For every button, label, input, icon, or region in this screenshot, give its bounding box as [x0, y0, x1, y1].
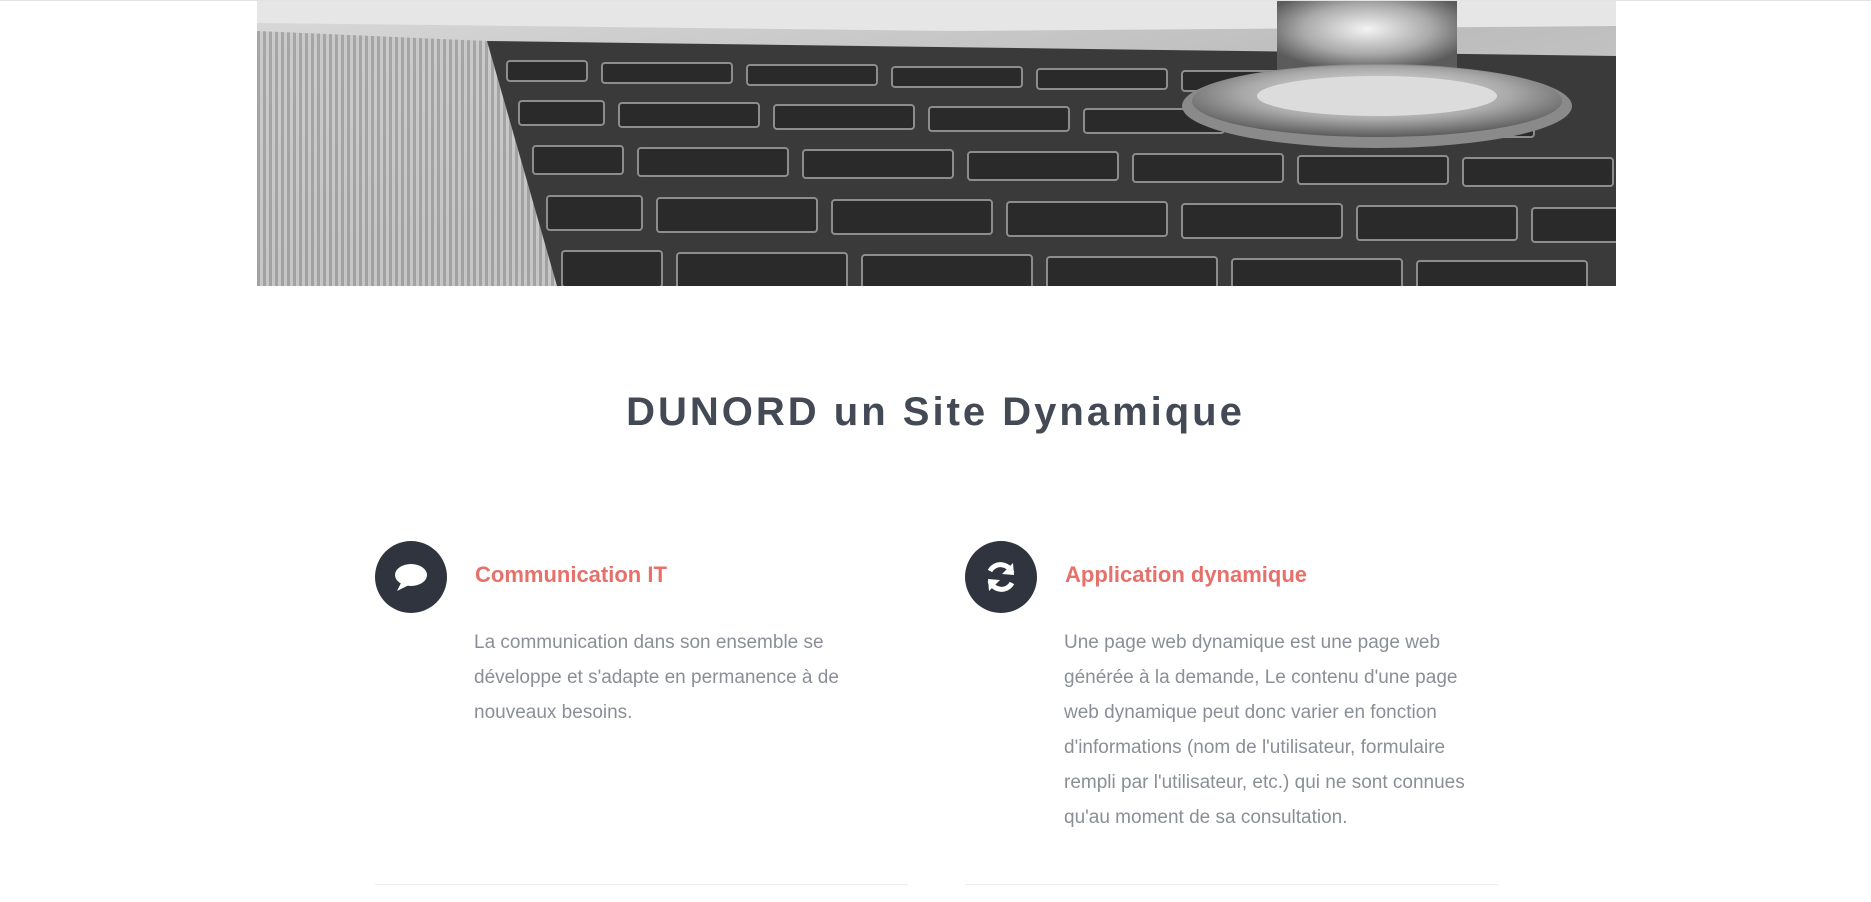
divider	[965, 884, 1498, 885]
feature-title: Application dynamique	[1065, 562, 1308, 587]
hero-image	[257, 1, 1616, 286]
speech-bubble-icon	[375, 541, 447, 613]
feature-title: Communication IT	[475, 562, 667, 587]
feature-description: Une page web dynamique est une page web …	[1064, 632, 1465, 828]
keyboard-stethoscope-photo	[257, 1, 1616, 286]
refresh-icon	[965, 541, 1037, 613]
divider	[375, 884, 908, 885]
section-title: DUNORD un Site Dynamique	[626, 390, 1245, 434]
feature-description: La communication dans son ensemble se dé…	[474, 632, 839, 723]
